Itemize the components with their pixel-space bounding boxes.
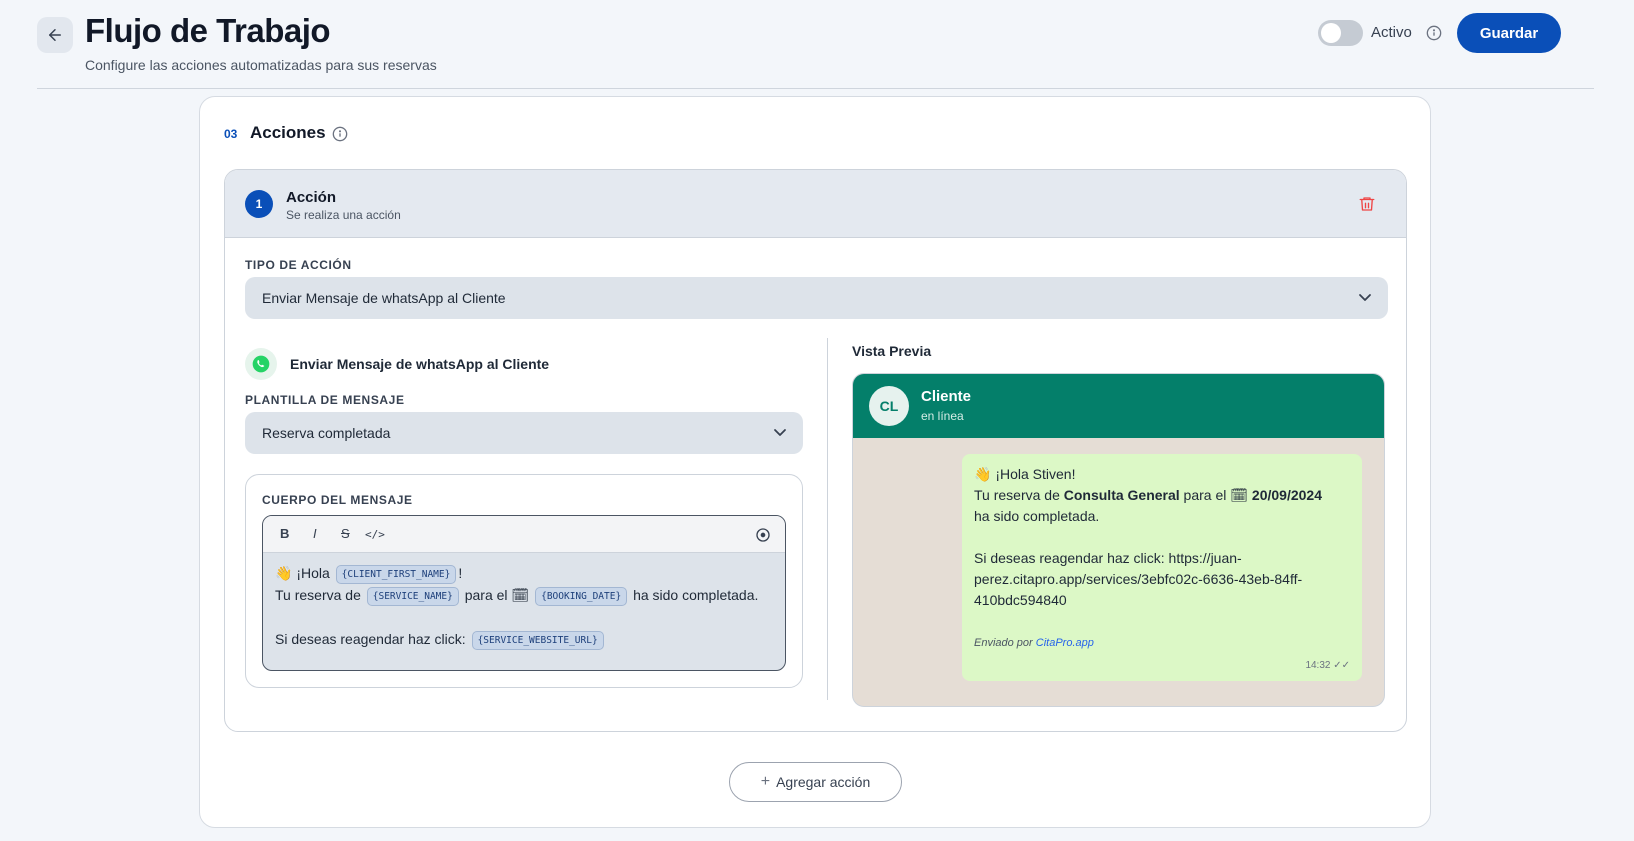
message-bubble: 👋 ¡Hola Stiven! Tu reserva de Consulta G… [962,454,1362,681]
trash-icon[interactable] [1358,195,1376,213]
template-select[interactable]: Reserva completada [245,412,803,454]
insert-variable-icon[interactable] [755,527,771,543]
editor-line: 👋 ¡Hola {CLIENT_FIRST_NAME}! [275,562,758,584]
chevron-down-icon [774,429,786,436]
editor-blank-line [275,606,758,628]
chevron-down-icon [1359,294,1371,301]
message-line: Si deseas reagendar haz click: https://j… [974,550,1242,566]
info-icon[interactable] [1426,25,1442,41]
variable-chip[interactable]: {SERVICE_WEBSITE_URL} [471,630,604,650]
chat-header: CL Cliente en línea [853,374,1384,438]
action-type-select[interactable]: Enviar Mensaje de whatsApp al Cliente [245,277,1388,319]
plus-icon: + [760,773,771,790]
section-title: Acciones [250,123,326,142]
contact-status: en línea [921,409,964,423]
editor-line: Si deseas reagendar haz click: {SERVICE_… [275,628,758,650]
arrow-left-icon [49,29,61,41]
message-line: 410bdc594840 [974,592,1067,608]
variable-chip[interactable]: {BOOKING_DATE} [535,586,628,606]
action-item: 1 Acción Se realiza una acción TIPO DE A… [224,169,1407,732]
code-button[interactable]: </> [365,528,385,541]
editor-toolbar: B I S </> [263,516,785,553]
message-line: Tu reserva de Consulta General para el 🗓… [974,487,1322,503]
action-subtitle: Se realiza una acción [286,208,401,222]
section-number: 03 [224,127,238,141]
editor-line: Tu reserva de {SERVICE_NAME} para el 🗓 {… [275,584,758,606]
page-subtitle: Configure las acciones automatizadas par… [85,57,437,73]
citapro-link[interactable]: CitaPro.app [1036,637,1094,649]
action-number-badge: 1 [245,190,273,218]
bold-button[interactable]: B [280,526,289,541]
active-toggle[interactable] [1318,20,1363,46]
italic-button[interactable]: I [313,526,317,541]
avatar: CL [869,386,909,426]
actions-card: 03 Acciones 1 Acción Se realiza una acci… [199,96,1431,828]
action-type-value: Enviar Mensaje de whatsApp al Cliente [262,290,506,306]
action-header[interactable]: 1 Acción Se realiza una acción [225,170,1406,238]
header-divider [37,88,1594,89]
message-body-label: CUERPO DEL MENSAJE [262,493,413,507]
whatsapp-preview: CL Cliente en línea 👋 ¡Hola Stiven! Tu r… [852,373,1385,707]
info-icon[interactable] [332,126,348,142]
contact-name: Cliente [921,388,972,405]
channel-title: Enviar Mensaje de whatsApp al Cliente [290,356,550,372]
action-title: Acción [286,189,337,206]
active-toggle-label: Activo [1371,24,1412,41]
add-action-label: Agregar acción [776,774,871,790]
message-time: 14:32 ✓✓ [1305,660,1350,671]
message-editor[interactable]: B I S </> 👋 ¡Hola {CLIENT_FIRST_NAME}! T… [262,515,786,671]
sent-by: Enviado por CitaPro.app [974,637,1094,649]
toggle-knob [1321,23,1341,43]
page-title: Flujo de Trabajo [85,12,331,49]
preview-title: Vista Previa [852,343,932,359]
action-type-label: TIPO DE ACCIÓN [245,258,352,272]
editor-content[interactable]: 👋 ¡Hola {CLIENT_FIRST_NAME}! Tu reserva … [275,562,758,650]
strikethrough-button[interactable]: S [341,526,350,541]
whatsapp-icon [245,348,277,380]
add-action-button[interactable]: + Agregar acción [729,762,902,802]
variable-chip[interactable]: {SERVICE_NAME} [366,586,459,606]
template-label: PLANTILLA DE MENSAJE [245,393,405,407]
message-line: 👋 ¡Hola Stiven! [974,466,1076,482]
column-divider [827,338,828,700]
message-line: ha sido completada. [974,508,1100,524]
variable-chip[interactable]: {CLIENT_FIRST_NAME} [335,564,457,584]
message-line: perez.citapro.app/services/3ebfc02c-6636… [974,571,1303,587]
message-body-box: CUERPO DEL MENSAJE B I S </> 👋 ¡Hola {CL… [245,474,803,688]
save-button[interactable]: Guardar [1457,13,1561,53]
template-value: Reserva completada [262,425,391,441]
top-bar: Flujo de Trabajo Configure las acciones … [0,0,1634,90]
back-button[interactable] [37,17,73,53]
